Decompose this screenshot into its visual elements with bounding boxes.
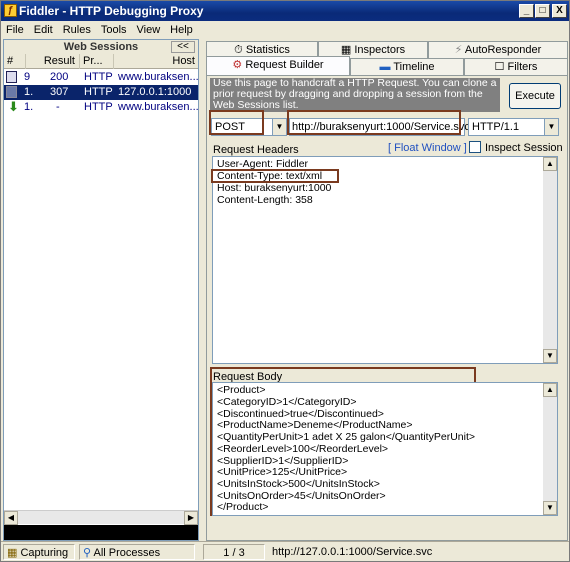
tab-filters-label: Filters [507, 61, 538, 73]
session-result: - [56, 101, 60, 113]
session-num: 1. [24, 101, 34, 113]
scroll-down-icon[interactable]: ▼ [543, 501, 557, 515]
capturing-indicator[interactable]: ▦ Capturing [3, 544, 75, 560]
session-row-selected[interactable]: 1. 307 HTTP 127.0.0.1:1000 [4, 85, 198, 100]
headers-vertical-scrollbar[interactable]: ▲ ▼ [543, 157, 557, 363]
float-window-link[interactable]: [ Float Window ] [388, 142, 467, 154]
builder-gear-icon: ⚙ [232, 59, 243, 71]
body-vertical-scrollbar[interactable]: ▲ ▼ [543, 383, 557, 515]
chevron-down-icon[interactable]: ▼ [272, 119, 286, 135]
session-icon [6, 86, 17, 98]
request-headers-label: Request Headers [213, 144, 299, 156]
status-url: http://127.0.0.1:1000/Service.svc [272, 546, 433, 558]
title-bar[interactable]: ƒ Fiddler - HTTP Debugging Proxy _ □ X [1, 1, 569, 21]
menu-file[interactable]: File [1, 21, 29, 39]
tab-autoresponder[interactable]: ⚡ AutoResponder [428, 41, 568, 59]
session-num: 1. [24, 86, 34, 98]
request-headers-textarea[interactable]: User-Agent: Fiddler Content-Type: text/x… [212, 156, 558, 364]
url-highlight-box [287, 110, 461, 135]
capturing-label: Capturing [20, 547, 69, 559]
session-host: 127.0.0.1:1000 [118, 86, 192, 98]
menu-view[interactable]: View [132, 21, 166, 39]
session-host: www.buraksen... [118, 101, 199, 113]
scroll-up-icon[interactable]: ▲ [543, 157, 557, 171]
session-result: 307 [50, 86, 69, 98]
column-result[interactable]: Result [26, 54, 80, 69]
tab-request-builder[interactable]: ⚙ Request Builder [206, 56, 350, 75]
collapse-button[interactable]: << [171, 41, 195, 53]
body-line: </Product> [217, 501, 269, 513]
method-highlight-box [209, 110, 264, 135]
scroll-up-icon[interactable]: ▲ [543, 383, 557, 397]
column-num[interactable]: # [4, 54, 26, 69]
minimize-button[interactable]: _ [519, 4, 534, 18]
session-count: 1 / 3 [203, 544, 265, 560]
process-filter[interactable]: ⚲ All Processes [79, 544, 195, 560]
http-version-dropdown[interactable]: HTTP/1.1 ▼ [468, 118, 559, 136]
header-line: Content-Length: 358 [217, 194, 313, 206]
column-host[interactable]: Host [114, 54, 198, 69]
process-filter-label: All Processes [93, 547, 161, 559]
column-protocol[interactable]: Pr... [80, 54, 114, 69]
tab-filters[interactable]: ☐ Filters [464, 58, 568, 75]
http-version-value: HTTP/1.1 [472, 121, 520, 133]
session-columns: # Result Pr... Host [4, 54, 198, 69]
status-bar: ▦ Capturing ⚲ All Processes 1 / 3 http:/… [1, 541, 569, 561]
tab-request-builder-label: Request Builder [245, 59, 324, 71]
process-filter-icon: ⚲ [83, 547, 92, 559]
tab-timeline-label: Timeline [393, 61, 435, 73]
sessions-horizontal-scrollbar[interactable]: ◀ ▶ [4, 510, 198, 525]
scroll-down-icon[interactable]: ▼ [543, 349, 557, 363]
request-body-textarea[interactable]: <Product> <CategoryID>1</CategoryID> <Di… [212, 382, 558, 516]
lightning-icon: ⚡ [454, 44, 463, 56]
tab-timeline[interactable]: ▬ Timeline [350, 58, 464, 75]
menu-bar: File Edit Rules Tools View Help [1, 21, 569, 39]
checkbox-icon: ☐ [494, 61, 505, 73]
tab-inspectors-label: Inspectors [354, 44, 406, 56]
menu-help[interactable]: Help [165, 21, 198, 39]
session-result: 200 [50, 71, 69, 83]
inspectors-icon: ▦ [340, 44, 352, 56]
menu-edit[interactable]: Edit [29, 21, 58, 39]
timeline-icon: ▬ [379, 61, 391, 73]
session-protocol: HTTP [84, 71, 113, 83]
scroll-right-icon[interactable]: ▶ [184, 511, 198, 525]
execute-button[interactable]: Execute [509, 83, 561, 109]
tab-autoresponder-label: AutoResponder [464, 44, 542, 56]
capture-icon: ▦ [7, 547, 18, 559]
session-protocol: HTTP [84, 86, 113, 98]
inspect-session-label: Inspect Session [485, 142, 563, 154]
content-type-highlight-box [211, 169, 339, 183]
sessions-quickexec-bar[interactable] [4, 525, 198, 540]
menu-rules[interactable]: Rules [58, 21, 96, 39]
window-title: Fiddler - HTTP Debugging Proxy [19, 4, 204, 18]
session-protocol: HTTP [84, 101, 113, 113]
stopwatch-icon: ⏱ [234, 44, 243, 56]
session-num: 9 [24, 71, 31, 83]
fiddler-app-icon: ƒ [4, 4, 17, 17]
scroll-left-icon[interactable]: ◀ [4, 511, 18, 525]
tab-statistics-label: Statistics [245, 44, 290, 56]
close-button[interactable]: X [552, 4, 567, 18]
web-sessions-panel: Web Sessions << # Result Pr... Host 9 20… [3, 39, 199, 541]
chevron-down-icon[interactable]: ▼ [544, 119, 558, 135]
maximize-button[interactable]: □ [535, 4, 550, 18]
session-row[interactable]: 9 200 HTTP www.buraksen... [4, 70, 199, 85]
builder-instructions: Use this page to handcraft a HTTP Reques… [210, 78, 500, 112]
web-sessions-header: Web Sessions [4, 40, 198, 54]
inspect-session-checkbox[interactable] [469, 141, 481, 153]
session-icon [6, 71, 17, 83]
session-host: www.buraksen... [118, 71, 199, 83]
menu-tools[interactable]: Tools [96, 21, 132, 39]
fiddler-window: ƒ Fiddler - HTTP Debugging Proxy _ □ X F… [0, 0, 570, 562]
download-arrow-icon: ⬇ [8, 99, 19, 114]
request-builder-panel: Use this page to handcraft a HTTP Reques… [206, 75, 568, 541]
session-row[interactable]: ⬇ 1. - HTTP www.buraksen... [4, 99, 199, 115]
tab-row-bottom: ⚙ Request Builder ▬ Timeline ☐ Filters [206, 56, 568, 75]
